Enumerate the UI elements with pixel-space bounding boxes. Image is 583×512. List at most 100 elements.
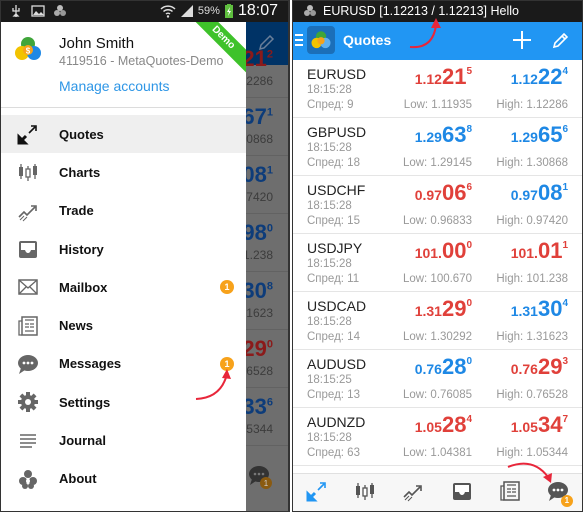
high-price: High: 1.30868 bbox=[496, 157, 568, 169]
drawer-item-label: Settings bbox=[59, 394, 111, 410]
bid-price[interactable]: 1.05 28 4 bbox=[415, 413, 472, 437]
bid-price[interactable]: 101. 00 0 bbox=[415, 239, 472, 263]
ticker-text: EURUSD [1.12213 / 1.12213] Hello bbox=[323, 4, 519, 18]
drawer-item-mailbox[interactable]: Mailbox 1 bbox=[1, 268, 246, 306]
about-icon bbox=[17, 468, 39, 490]
background-range: 1.238 bbox=[242, 248, 273, 262]
manage-accounts-link[interactable]: Manage accounts bbox=[59, 78, 170, 94]
quote-row-gbpusd[interactable]: GBPUSD 18:15:28 Спред: 18 1.29 63 8 1.29 65 6 Low… bbox=[293, 118, 582, 176]
bottom-nav-news[interactable] bbox=[495, 479, 525, 509]
drawer-item-trade[interactable]: Trade bbox=[1, 192, 246, 230]
symbol-name: AUDUSD bbox=[307, 356, 367, 372]
bottom-nav-messages[interactable]: 1 bbox=[543, 479, 573, 509]
symbol-name: GBPUSD bbox=[307, 124, 367, 140]
bid-price[interactable]: 1.31 29 0 bbox=[415, 297, 472, 321]
high-price: High: 0.76528 bbox=[496, 389, 568, 401]
background-price: 671 bbox=[242, 104, 273, 129]
ask-price[interactable]: 0.97 08 1 bbox=[511, 181, 568, 205]
user-name: John Smith bbox=[59, 35, 135, 52]
quote-row-audnzd[interactable]: AUDNZD 18:15:28 Спред: 63 1.05 28 4 1.05 34 7 Low… bbox=[293, 408, 582, 466]
drawer-item-journal[interactable]: Journal bbox=[1, 421, 246, 459]
signal-icon bbox=[180, 5, 193, 17]
quote-time: 18:15:28 bbox=[307, 432, 352, 444]
high-price: High: 1.12286 bbox=[496, 99, 568, 111]
history-icon bbox=[17, 238, 39, 260]
background-quote-row: 308 31623 bbox=[240, 272, 288, 330]
metatrader-icon bbox=[54, 5, 66, 16]
news-icon bbox=[499, 480, 521, 507]
menu-icon[interactable] bbox=[295, 34, 303, 49]
page-title: Quotes bbox=[343, 32, 392, 48]
add-symbol-button[interactable] bbox=[511, 29, 533, 51]
drawer-menu: Quotes Charts Trade History Mailbox 1 News Mess… bbox=[1, 115, 246, 498]
app-logo[interactable] bbox=[307, 26, 335, 54]
ask-price[interactable]: 1.12 22 4 bbox=[511, 65, 568, 89]
bid-price[interactable]: 0.76 28 0 bbox=[415, 355, 472, 379]
drawer-item-label: History bbox=[59, 241, 104, 257]
background-quote-row: 671 30868 bbox=[240, 98, 288, 156]
ask-price[interactable]: 1.05 34 7 bbox=[511, 413, 568, 437]
drawer-item-label: About bbox=[59, 471, 97, 487]
notification-badge: 1 bbox=[220, 356, 234, 371]
drawer-item-history[interactable]: History bbox=[1, 230, 246, 268]
drawer-item-charts[interactable]: Charts bbox=[1, 153, 246, 191]
edit-button[interactable] bbox=[551, 30, 571, 50]
quote-row-usdchf[interactable]: USDCHF 18:15:28 Спред: 15 0.97 06 6 0.97 08 1 Low… bbox=[293, 176, 582, 234]
background-messages-icon: 1 bbox=[247, 463, 273, 494]
notification-badge: 1 bbox=[560, 494, 573, 507]
journal-icon bbox=[17, 430, 39, 452]
symbol-name: USDJPY bbox=[307, 240, 363, 256]
ask-price[interactable]: 1.29 65 6 bbox=[511, 123, 568, 147]
bid-price[interactable]: 0.97 06 6 bbox=[415, 181, 472, 205]
news-icon bbox=[17, 315, 39, 337]
background-quote-row: 980 1.238 bbox=[242, 214, 288, 272]
quotes-list: EURUSD 18:15:28 Спред: 9 1.12 21 5 1.12 22 4 Low:… bbox=[293, 60, 582, 466]
bottom-nav-trade[interactable] bbox=[398, 479, 428, 509]
quote-time: 18:15:28 bbox=[307, 84, 352, 96]
quote-time: 18:15:28 bbox=[307, 142, 352, 154]
background-quote-row: 336 05344 bbox=[240, 388, 288, 446]
quote-time: 18:15:25 bbox=[307, 374, 352, 386]
metatrader-logo-icon bbox=[311, 31, 331, 49]
spread: Спред: 18 bbox=[307, 157, 360, 169]
drawer-item-messages[interactable]: Messages 1 bbox=[1, 345, 246, 383]
app-bar: Quotes bbox=[293, 22, 582, 60]
ask-price[interactable]: 1.31 30 4 bbox=[511, 297, 568, 321]
battery-percentage: 59% bbox=[197, 5, 220, 17]
quote-time: 18:15:28 bbox=[307, 200, 352, 212]
bottom-nav-history[interactable] bbox=[447, 479, 477, 509]
quote-row-eurusd[interactable]: EURUSD 18:15:28 Спред: 9 1.12 21 5 1.12 22 4 Low:… bbox=[293, 60, 582, 118]
ask-price[interactable]: 0.76 29 3 bbox=[511, 355, 568, 379]
low-price: Low: 1.29145 bbox=[402, 157, 472, 169]
notification-ticker: EURUSD [1.12213 / 1.12213] Hello bbox=[293, 1, 582, 22]
bottom-nav-quotes[interactable] bbox=[302, 479, 332, 509]
drawer-item-news[interactable]: News bbox=[1, 306, 246, 344]
ask-price[interactable]: 101. 01 1 bbox=[511, 239, 568, 263]
quote-row-usdjpy[interactable]: USDJPY 18:15:28 Спред: 11 101. 00 0 101. 01 1 Low… bbox=[293, 234, 582, 292]
trade-icon bbox=[17, 200, 39, 222]
drawer-item-quotes[interactable]: Quotes bbox=[1, 115, 246, 154]
background-price: 980 bbox=[242, 220, 273, 245]
quote-time: 18:15:28 bbox=[307, 258, 352, 270]
charts-icon bbox=[17, 161, 39, 183]
metatrader-icon bbox=[304, 5, 316, 16]
drawer-item-settings[interactable]: Settings bbox=[1, 383, 246, 421]
drawer-item-label: News bbox=[59, 318, 93, 334]
quotes-icon bbox=[306, 480, 328, 507]
quote-row-audusd[interactable]: AUDUSD 18:15:25 Спред: 13 0.76 28 0 0.76 29 3 Low… bbox=[293, 350, 582, 408]
background-price: 336 bbox=[242, 394, 273, 419]
high-price: High: 1.31623 bbox=[496, 331, 568, 343]
spread: Спред: 14 bbox=[307, 331, 360, 343]
drawer-item-about[interactable]: About bbox=[1, 460, 246, 498]
spread: Спред: 15 bbox=[307, 215, 360, 227]
usb-icon bbox=[12, 5, 20, 17]
background-quote-row: 290 76528 bbox=[240, 330, 288, 388]
bid-price[interactable]: 1.12 21 5 bbox=[415, 65, 472, 89]
symbol-name: EURUSD bbox=[307, 66, 367, 82]
bid-price[interactable]: 1.29 63 8 bbox=[415, 123, 472, 147]
background-quote-row: 081 97420 bbox=[240, 156, 288, 214]
settings-icon bbox=[17, 391, 39, 413]
quotes-icon bbox=[17, 123, 39, 145]
bottom-nav-charts[interactable] bbox=[350, 479, 380, 509]
quote-row-usdcad[interactable]: USDCAD 18:15:28 Спред: 14 1.31 29 0 1.31 30 4 Low… bbox=[293, 292, 582, 350]
